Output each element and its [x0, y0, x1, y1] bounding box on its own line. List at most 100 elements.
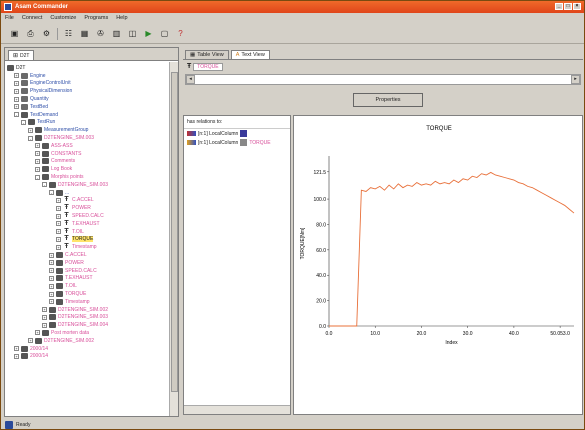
expand-icon[interactable]: + [14, 73, 19, 79]
tree-node[interactable]: + Ŧ T.EXHAUST [7, 220, 170, 228]
expand-icon[interactable]: + [28, 127, 33, 133]
menu-help[interactable]: Help [116, 15, 127, 21]
horizontal-scrollbar[interactable]: ◂ ▸ [185, 74, 581, 85]
expand-icon[interactable]: + [42, 322, 47, 328]
scroll-right-icon[interactable]: ▸ [571, 75, 580, 84]
tree-node[interactable]: + EngineControlUnit [7, 80, 170, 88]
tab-table-view[interactable]: ▦ Table View [185, 50, 229, 59]
expand-icon[interactable]: + [35, 158, 40, 164]
collapse-icon[interactable]: - [28, 135, 33, 141]
tree-node[interactable]: + D2TENGINE_SIM.002 [7, 306, 170, 314]
tree-node[interactable]: - Morphis points [7, 173, 170, 181]
expand-icon[interactable]: + [56, 229, 61, 235]
collapse-icon[interactable]: - [14, 112, 19, 118]
collapse-icon[interactable]: - [21, 119, 26, 125]
expand-icon[interactable]: + [49, 299, 54, 305]
tree-node[interactable]: -... [7, 189, 170, 197]
relation-item[interactable]: [n:1] LocalColumn TORQUE [184, 138, 290, 147]
tree-node[interactable]: + D2TENGINE_SIM.004 [7, 321, 170, 329]
tree-node[interactable]: + Comments [7, 158, 170, 166]
expand-icon[interactable]: + [14, 346, 19, 352]
tree-node[interactable]: +2000/14 [7, 352, 170, 360]
tree-node[interactable]: + Ŧ TORQUE [7, 235, 170, 244]
tree-node[interactable]: D2T [7, 64, 170, 72]
menu-programs[interactable]: Programs [84, 15, 108, 21]
expand-icon[interactable]: + [49, 252, 54, 258]
tree-node[interactable]: + TORQUE [7, 290, 170, 298]
tree-node[interactable]: + T.EXHAUST [7, 275, 170, 283]
tree-node[interactable]: + D2TENGINE_SIM.002 [7, 337, 170, 345]
tree-node[interactable]: + Engine [7, 72, 170, 80]
tree-node[interactable]: + MeasurementGroup [7, 126, 170, 134]
window-icon[interactable]: ◫ [127, 28, 138, 39]
tree-node[interactable]: + Quantity [7, 95, 170, 103]
menu-file[interactable]: File [5, 15, 14, 21]
tree-node[interactable]: + SPEED.CALC [7, 267, 170, 275]
expand-icon[interactable]: + [49, 283, 54, 289]
collapse-icon[interactable]: - [35, 174, 40, 180]
tree-node[interactable]: + Ŧ T.OIL [7, 228, 170, 236]
expand-icon[interactable]: + [35, 151, 40, 157]
menu-connect[interactable]: Connect [22, 15, 43, 21]
expand-icon[interactable]: + [56, 221, 61, 227]
expand-icon[interactable]: + [35, 166, 40, 172]
tree-node[interactable]: +2000/14 [7, 345, 170, 353]
tree-node[interactable]: + Ŧ POWER [7, 204, 170, 212]
expand-icon[interactable]: + [42, 314, 47, 320]
expand-icon[interactable]: + [49, 268, 54, 274]
tree-node[interactable]: + POWER [7, 259, 170, 267]
expand-icon[interactable]: + [42, 307, 47, 313]
expand-icon[interactable]: + [14, 104, 19, 110]
tree-node[interactable]: + Ŧ SPEED.CALC [7, 212, 170, 220]
expand-icon[interactable]: + [56, 244, 61, 250]
properties-button[interactable]: Properties [353, 93, 423, 107]
tree-node[interactable]: + Ŧ Timestamp [7, 243, 170, 251]
collapse-icon[interactable]: - [42, 182, 47, 188]
tree-icon[interactable]: ☷ [63, 28, 74, 39]
expand-icon[interactable]: + [14, 88, 19, 94]
expand-icon[interactable]: + [35, 330, 40, 336]
tree-node[interactable]: + PhysicalDimension [7, 87, 170, 95]
tools-icon[interactable]: ✇ [95, 28, 106, 39]
relation-item[interactable]: [n:1] LocalColumn [184, 129, 290, 138]
tree-node[interactable]: - TestRun [7, 119, 170, 127]
tree-scrollbar[interactable] [169, 62, 178, 416]
tree-node[interactable]: + Post morten data [7, 329, 170, 337]
print-icon[interactable]: ⎙ [25, 28, 36, 39]
tree-node[interactable]: + Ŧ C.ACCEL [7, 196, 170, 205]
tree-scroll-thumb[interactable] [171, 72, 178, 392]
expand-icon[interactable]: + [28, 338, 33, 344]
expand-icon[interactable]: + [56, 213, 61, 219]
play-icon[interactable]: ▶ [143, 28, 154, 39]
scroll-left-icon[interactable]: ◂ [186, 75, 195, 84]
save-icon[interactable]: ▣ [9, 28, 20, 39]
tree-node[interactable]: + C.ACCEL [7, 251, 170, 259]
expand-icon[interactable]: + [14, 96, 19, 102]
close-button[interactable]: × [573, 3, 581, 10]
maximize-button[interactable]: □ [564, 3, 572, 10]
minimize-button[interactable]: _ [555, 3, 563, 10]
expand-icon[interactable]: + [49, 291, 54, 297]
table-icon[interactable]: ▦ [79, 28, 90, 39]
expand-icon[interactable]: + [56, 236, 61, 242]
tree-node[interactable]: + CONSTANTS [7, 150, 170, 158]
tab-d2t[interactable]: ⊞ D2T [8, 50, 35, 60]
relations-scrollbar[interactable] [184, 405, 290, 414]
page-icon[interactable]: ▢ [159, 28, 170, 39]
expand-icon[interactable]: + [14, 353, 19, 359]
tab-text-view[interactable]: A Text View [230, 50, 270, 59]
tree-node[interactable]: - D2TENGINE_SIM.003 [7, 181, 170, 189]
tree-node[interactable]: + T.OIL [7, 282, 170, 290]
tree-node[interactable]: + D2TENGINE_SIM.003 [7, 314, 170, 322]
tree-node[interactable]: - D2TENGINE_SIM.003 [7, 134, 170, 142]
tree-node[interactable]: - TestDemand [7, 111, 170, 119]
expand-icon[interactable]: + [14, 80, 19, 86]
collapse-icon[interactable]: - [49, 190, 54, 196]
expand-icon[interactable]: + [49, 260, 54, 266]
expand-icon[interactable]: + [49, 275, 54, 281]
tree-node[interactable]: + ASS-ASS [7, 142, 170, 150]
tree-node[interactable]: + Log Book [7, 165, 170, 173]
expand-icon[interactable]: + [56, 205, 61, 211]
expand-icon[interactable]: + [35, 143, 40, 149]
help-icon[interactable]: ? [175, 28, 186, 39]
